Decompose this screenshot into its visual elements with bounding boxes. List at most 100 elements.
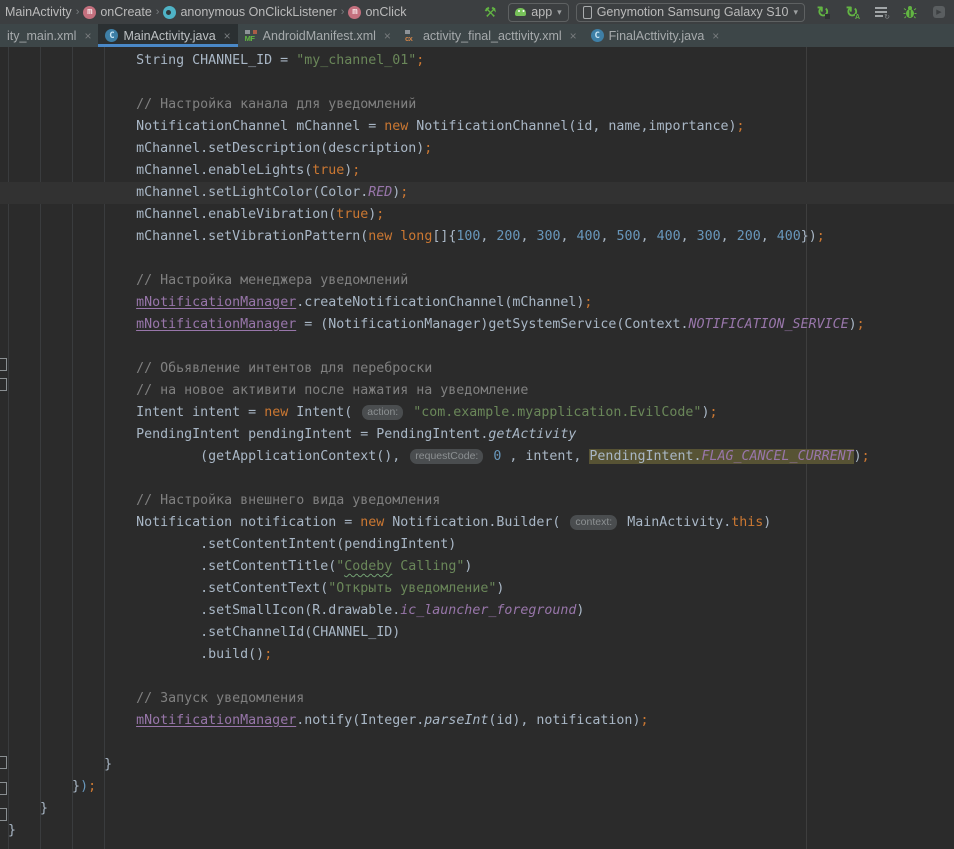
code-line[interactable]: // Настройка менеджера уведомлений xyxy=(0,270,954,292)
code-token: , intent, xyxy=(501,449,589,464)
code-area[interactable]: String CHANNEL_ID = "my_channel_01"; // … xyxy=(0,47,954,842)
code-token: Intent intent = xyxy=(8,405,264,420)
code-line[interactable]: mNotificationManager = (NotificationMana… xyxy=(0,314,954,336)
navigation-bar: MainActivity › m onCreate › anonymous On… xyxy=(0,0,954,24)
apply-changes-button[interactable]: ↻ xyxy=(812,2,834,22)
code-line[interactable]: mChannel.setDescription(description); xyxy=(0,138,954,160)
code-line[interactable] xyxy=(0,732,954,754)
breadcrumb-item-mainactivity[interactable]: MainActivity xyxy=(2,4,75,20)
code-token: action: xyxy=(362,405,403,420)
code-line[interactable] xyxy=(0,336,954,358)
code-line[interactable]: // Запуск уведомления xyxy=(0,688,954,710)
code-token: 200 xyxy=(737,229,761,244)
code-line[interactable]: // Настройка канала для уведомлений xyxy=(0,94,954,116)
profile-button[interactable]: ▶ xyxy=(928,2,950,22)
code-token: ; xyxy=(88,779,96,794)
code-token: "com.example.myapplication.EvilCode" xyxy=(413,405,701,420)
code-token: }) xyxy=(801,229,817,244)
code-token: , xyxy=(560,229,576,244)
code-token: ) xyxy=(464,559,472,574)
tab-label: activity_final_acttivity.xml xyxy=(423,29,562,43)
code-token: []{ xyxy=(432,229,456,244)
breadcrumb-item-onclick[interactable]: m onClick xyxy=(345,4,409,20)
code-line[interactable]: // Обьявление интентов для переброски xyxy=(0,358,954,380)
breadcrumb-item-anonymous-onclicklistener[interactable]: anonymous OnClickListener xyxy=(160,4,339,20)
list-button[interactable]: ↻ xyxy=(870,2,892,22)
code-token: // Запуск уведомления xyxy=(8,691,304,706)
code-line[interactable] xyxy=(0,248,954,270)
code-token: .setContentText( xyxy=(8,581,328,596)
code-editor[interactable]: String CHANNEL_ID = "my_channel_01"; // … xyxy=(0,47,954,849)
code-token: FLAG_CANCEL_CURRENT xyxy=(702,449,854,464)
code-line[interactable]: .setContentTitle("Codeby Calling") xyxy=(0,556,954,578)
apply-code-changes-button[interactable]: ↻ A xyxy=(841,2,863,22)
code-line[interactable]: mNotificationManager.notify(Integer.pars… xyxy=(0,710,954,732)
code-token: ; xyxy=(264,647,272,662)
code-line[interactable]: NotificationChannel mChannel = new Notif… xyxy=(0,116,954,138)
code-line[interactable]: .setContentIntent(pendingIntent) xyxy=(0,534,954,556)
code-line[interactable]: mChannel.setLightColor(Color.RED); xyxy=(0,182,954,204)
code-token: mChannel.enableVibration( xyxy=(8,207,336,222)
tab-activity-main-xml[interactable]: ity_main.xml × xyxy=(0,24,98,47)
code-line[interactable]: mChannel.enableLights(true); xyxy=(0,160,954,182)
code-token: MainActivity. xyxy=(619,515,731,530)
fold-marker[interactable] xyxy=(0,358,7,371)
code-token xyxy=(8,317,136,332)
code-line[interactable]: .build(); xyxy=(0,644,954,666)
code-line[interactable]: } xyxy=(0,754,954,776)
tab-finalacttivity-java[interactable]: C FinalActtivity.java × xyxy=(584,24,727,47)
code-line[interactable]: String CHANNEL_ID = "my_channel_01"; xyxy=(0,50,954,72)
code-line[interactable] xyxy=(0,72,954,94)
code-line[interactable]: .setContentText("Открыть уведомление") xyxy=(0,578,954,600)
attach-debugger-button[interactable] xyxy=(899,2,921,22)
code-token: ; xyxy=(584,295,592,310)
build-button[interactable]: ⚒ xyxy=(479,2,501,22)
code-line[interactable]: } xyxy=(0,798,954,820)
code-token: new xyxy=(384,119,408,134)
code-line[interactable]: mNotificationManager.createNotificationC… xyxy=(0,292,954,314)
code-line[interactable]: .setChannelId(CHANNEL_ID) xyxy=(0,622,954,644)
breadcrumb-label: MainActivity xyxy=(5,5,72,19)
code-line[interactable]: // на новое активити после нажатия на ув… xyxy=(0,380,954,402)
fold-marker[interactable] xyxy=(0,378,7,391)
tab-androidmanifest-xml[interactable]: MF AndroidManifest.xml × xyxy=(238,24,398,47)
hammer-icon: ⚒ xyxy=(484,5,497,19)
close-icon[interactable]: × xyxy=(712,29,719,43)
code-token: mNotificationManager xyxy=(136,295,296,310)
breadcrumb-item-oncreate[interactable]: m onCreate xyxy=(80,4,154,20)
code-line[interactable]: mChannel.enableVibration(true); xyxy=(0,204,954,226)
fold-marker[interactable] xyxy=(0,756,7,769)
code-line[interactable] xyxy=(0,468,954,490)
code-line[interactable] xyxy=(0,666,954,688)
run-configuration-dropdown[interactable]: app ▾ xyxy=(508,3,568,22)
tab-mainactivity-java[interactable]: C MainActivity.java × xyxy=(98,24,237,47)
code-line[interactable]: .setSmallIcon(R.drawable.ic_launcher_for… xyxy=(0,600,954,622)
code-token: 500 xyxy=(617,229,641,244)
method-icon: m xyxy=(83,6,96,19)
device-selector-dropdown[interactable]: Genymotion Samsung Galaxy S10 ▾ xyxy=(576,3,805,22)
code-line[interactable]: (getApplicationContext(), requestCode: 0… xyxy=(0,446,954,468)
code-token: ; xyxy=(862,449,870,464)
code-line[interactable]: Notification notification = new Notifica… xyxy=(0,512,954,534)
code-token: .build() xyxy=(8,647,264,662)
close-icon[interactable]: × xyxy=(84,29,91,43)
code-line[interactable]: Intent intent = new Intent( action: "com… xyxy=(0,402,954,424)
code-line[interactable]: } xyxy=(0,820,954,842)
code-line[interactable]: // Настройка внешнего вида уведомления xyxy=(0,490,954,512)
profile-icon: ▶ xyxy=(933,6,945,18)
manifest-file-icon: MF xyxy=(245,29,258,42)
code-token: Calling" xyxy=(392,559,464,574)
anonymous-class-icon xyxy=(163,6,176,19)
chevron-down-icon: ▾ xyxy=(793,7,798,18)
tab-activity-final-acttivity-xml[interactable]: cx activity_final_acttivity.xml × xyxy=(398,24,584,47)
fold-marker[interactable] xyxy=(0,808,7,821)
chevron-right-icon: › xyxy=(156,6,160,18)
close-icon[interactable]: × xyxy=(384,29,391,43)
close-icon[interactable]: × xyxy=(570,29,577,43)
close-icon[interactable]: × xyxy=(224,29,231,43)
code-line[interactable]: mChannel.setVibrationPattern(new long[]{… xyxy=(0,226,954,248)
code-line[interactable]: }); xyxy=(0,776,954,798)
fold-marker[interactable] xyxy=(0,782,7,795)
code-token: ; xyxy=(424,141,432,156)
code-line[interactable]: PendingIntent pendingIntent = PendingInt… xyxy=(0,424,954,446)
